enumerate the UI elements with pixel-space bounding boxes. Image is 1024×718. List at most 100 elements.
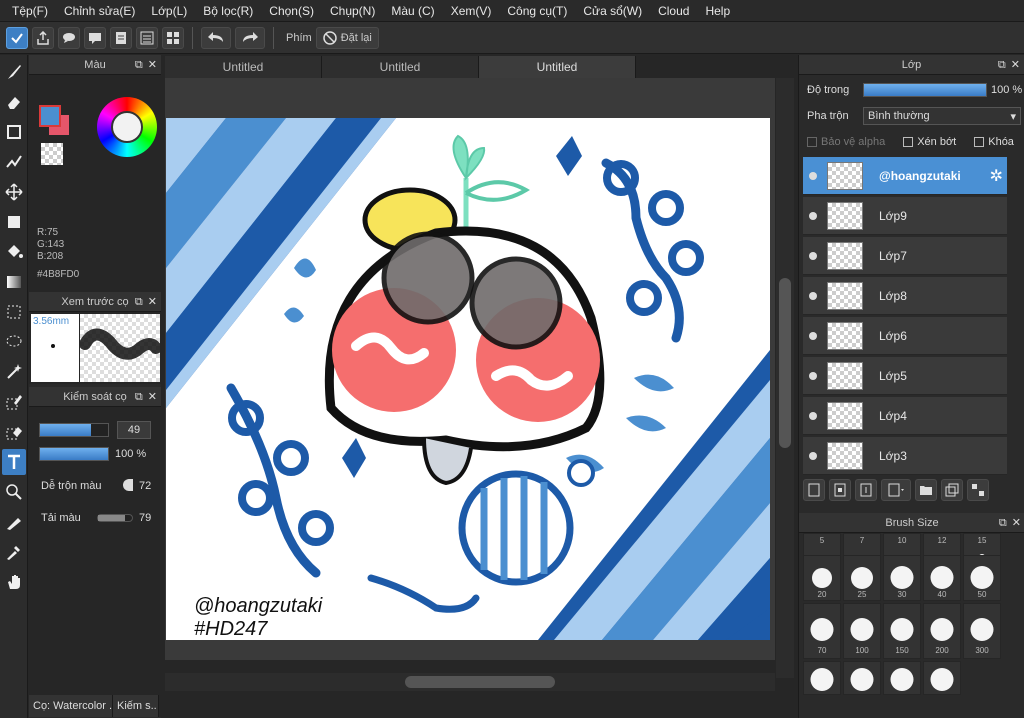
document-tab[interactable]: Untitled — [322, 56, 479, 78]
select-pen-tool-icon[interactable] — [2, 389, 26, 415]
brush-size-cell[interactable]: 150 — [883, 603, 921, 659]
cloud-sync-icon[interactable] — [6, 26, 28, 49]
menu-color[interactable]: Màu (C) — [383, 0, 442, 22]
menu-capture[interactable]: Chụp(N) — [322, 0, 383, 22]
menu-filter[interactable]: Bộ lọc(R) — [195, 0, 261, 22]
brush-size-cell[interactable] — [923, 661, 961, 695]
transparent-color-swatch[interactable] — [41, 143, 63, 165]
message-icon[interactable] — [84, 26, 106, 49]
layer-row[interactable]: Lớp6 — [803, 317, 1007, 355]
close-icon[interactable]: ✕ — [148, 295, 157, 309]
magic-wand-tool-icon[interactable] — [2, 359, 26, 385]
layer-row[interactable]: Lớp8 — [803, 277, 1007, 315]
merge-icon[interactable] — [967, 479, 989, 501]
brush-size-cell[interactable]: 70 — [803, 603, 841, 659]
brush-size-cell[interactable] — [843, 661, 881, 695]
close-icon[interactable]: ✕ — [1012, 516, 1021, 530]
foreground-color-swatch[interactable] — [39, 105, 61, 127]
load-slider[interactable] — [97, 514, 133, 522]
color-wheel-center[interactable] — [111, 111, 143, 143]
select-rect-tool-icon[interactable] — [2, 299, 26, 325]
horizontal-scroll-thumb[interactable] — [405, 676, 555, 688]
rectangle-tool-icon[interactable] — [2, 119, 26, 145]
brush-size-cell[interactable]: 20 — [803, 555, 841, 601]
brush-opacity-slider[interactable] — [39, 447, 109, 461]
undock-icon[interactable]: ⧉ — [135, 58, 143, 72]
undock-icon[interactable]: ⧉ — [135, 295, 143, 309]
folder-icon[interactable] — [915, 479, 937, 501]
undock-icon[interactable]: ⧉ — [135, 390, 143, 404]
horizontal-scrollbar[interactable] — [165, 673, 775, 691]
protect-alpha-checkbox[interactable]: Bảo vệ alpha — [807, 136, 885, 148]
layer-row[interactable]: Lớp3 — [803, 437, 1007, 475]
add-layer-menu-icon[interactable] — [881, 479, 911, 501]
menu-tools[interactable]: Công cụ(T) — [499, 0, 575, 22]
gradient-tool-icon[interactable] — [2, 269, 26, 295]
bucket-tool-icon[interactable] — [2, 239, 26, 265]
move-tool-icon[interactable] — [2, 179, 26, 205]
brush-size-cell[interactable]: 25 — [843, 555, 881, 601]
brush-size-cell[interactable]: 200 — [923, 603, 961, 659]
menu-cloud[interactable]: Cloud — [650, 0, 697, 22]
brush-size-slider[interactable] — [39, 423, 109, 437]
menu-layer[interactable]: Lớp(L) — [143, 0, 195, 22]
brush-size-cell[interactable] — [883, 661, 921, 695]
close-icon[interactable]: ✕ — [148, 390, 157, 404]
select-eraser-tool-icon[interactable] — [2, 419, 26, 445]
share-icon[interactable] — [32, 26, 54, 49]
import-layer-icon[interactable] — [855, 479, 877, 501]
stroke-tool-icon[interactable] — [2, 149, 26, 175]
undock-icon[interactable]: ⧉ — [998, 58, 1006, 72]
brush-tool-icon[interactable] — [2, 59, 26, 85]
lasso-tool-icon[interactable] — [2, 329, 26, 355]
tab-watercolor[interactable]: Cọ: Watercolor . — [29, 695, 113, 717]
brush-size-cell[interactable]: 30 — [883, 555, 921, 601]
fill-rect-tool-icon[interactable] — [2, 209, 26, 235]
menu-view[interactable]: Xem(V) — [443, 0, 500, 22]
layer-row[interactable]: Lớp4 — [803, 397, 1007, 435]
brush-size-cell[interactable]: 50 — [963, 555, 1001, 601]
menu-help[interactable]: Help — [697, 0, 738, 22]
list-icon[interactable] — [136, 26, 158, 49]
gear-icon[interactable]: ✲ — [990, 166, 1003, 186]
undo-icon[interactable] — [201, 26, 231, 49]
document-icon[interactable] — [110, 26, 132, 49]
visibility-icon[interactable] — [809, 411, 817, 420]
document-tab[interactable]: Untitled — [165, 56, 322, 78]
hand-tool-icon[interactable] — [2, 569, 26, 595]
duplicate-icon[interactable] — [941, 479, 963, 501]
blend-mode-select[interactable]: Bình thường ▾ — [863, 107, 1021, 125]
brush-size-cell[interactable]: 300 — [963, 603, 1001, 659]
brush-size-value[interactable]: 49 — [117, 421, 151, 439]
copy-layer-icon[interactable] — [829, 479, 851, 501]
operation-tool-icon[interactable] — [2, 479, 26, 505]
drawing-canvas[interactable]: @hoangzutaki #HD247 — [166, 118, 770, 640]
visibility-icon[interactable] — [809, 211, 817, 220]
visibility-icon[interactable] — [809, 291, 817, 300]
visibility-icon[interactable] — [809, 171, 817, 180]
comment-icon[interactable] — [58, 26, 80, 49]
menu-window[interactable]: Cửa sổ(W) — [575, 0, 650, 22]
brush-size-cell[interactable]: 40 — [923, 555, 961, 601]
visibility-icon[interactable] — [809, 451, 817, 460]
layer-row[interactable]: @hoangzutaki ✲ — [803, 157, 1007, 195]
menu-select[interactable]: Chọn(S) — [261, 0, 322, 22]
layer-row[interactable]: Lớp7 — [803, 237, 1007, 275]
visibility-icon[interactable] — [809, 251, 817, 260]
blend-knob[interactable] — [123, 479, 133, 491]
eyedropper-tool-icon[interactable] — [2, 539, 26, 565]
redo-icon[interactable] — [235, 26, 265, 49]
brush-size-cell[interactable] — [803, 661, 841, 695]
close-icon[interactable]: ✕ — [148, 58, 157, 72]
lock-checkbox[interactable]: Khóa — [974, 136, 1014, 148]
close-icon[interactable]: ✕ — [1011, 58, 1020, 72]
document-tab-active[interactable]: Untitled — [479, 56, 636, 78]
undock-icon[interactable]: ⧉ — [999, 516, 1007, 530]
tab-other[interactable]: Kiếm s.. — [113, 695, 159, 717]
visibility-icon[interactable] — [809, 331, 817, 340]
new-layer-icon[interactable] — [803, 479, 825, 501]
layer-opacity-slider[interactable] — [863, 83, 987, 97]
layer-row[interactable]: Lớp5 — [803, 357, 1007, 395]
menu-edit[interactable]: Chỉnh sửa(E) — [56, 0, 143, 22]
visibility-icon[interactable] — [809, 371, 817, 380]
